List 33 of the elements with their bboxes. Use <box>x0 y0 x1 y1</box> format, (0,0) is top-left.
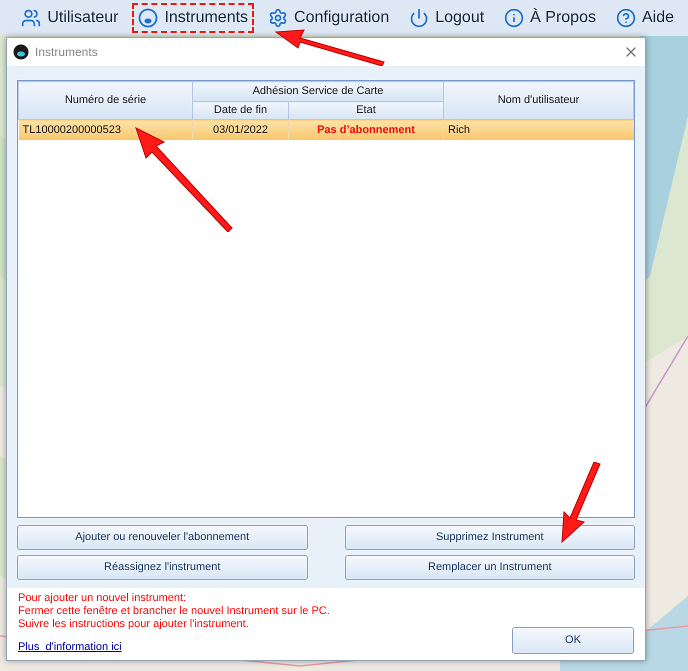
action-button[interactable]: Réassignez l'instrument <box>17 555 308 580</box>
instrument-icon <box>138 8 158 28</box>
notice-text: Pour ajouter un nouvel instrument: <box>18 592 188 604</box>
ok-button[interactable]: OK <box>512 627 634 654</box>
toolbar-button[interactable]: Configuration <box>262 3 396 33</box>
app-logo-icon <box>13 44 29 60</box>
column-group-header: Adhésion Service de Carte <box>192 82 444 102</box>
table-cell: 03/01/2022 <box>192 120 288 140</box>
column-header[interactable]: Nom d'utilisateur <box>444 82 634 120</box>
column-header[interactable]: Date de fin <box>192 102 288 120</box>
notice-text: Fermer cette fenêtre et brancher le nouvel Instrument sur le PC. <box>18 604 330 618</box>
column-header[interactable]: Etat <box>288 102 444 120</box>
info-icon <box>504 8 524 28</box>
toolbar-button[interactable]: À Propos <box>498 3 602 33</box>
action-button[interactable]: Supprimez Instrument <box>344 525 635 550</box>
table-cell: Rich <box>444 120 634 140</box>
notice-text: Suivre les instructions pour ajouter l'instrument. <box>18 618 250 630</box>
table-cell: TL10000200000523 <box>18 120 192 140</box>
info-link[interactable]: Plus d'information ici <box>18 638 330 655</box>
settings-icon <box>268 8 288 28</box>
power-icon <box>409 8 430 28</box>
column-header[interactable]: Numéro de série <box>18 82 192 120</box>
toolbar-button[interactable]: Logout <box>403 3 490 33</box>
action-button[interactable]: Ajouter ou renouveler l'abonnement <box>17 525 308 550</box>
table-row[interactable]: TL10000200000523 03/01/2022 Pas d’abonnement Rich <box>18 120 634 140</box>
action-button[interactable]: Remplacer un Instrument <box>344 555 635 580</box>
users-icon <box>21 8 42 28</box>
help-icon <box>616 8 636 28</box>
toolbar-button[interactable]: Instruments <box>132 3 254 33</box>
toolbar-button[interactable]: Aide <box>610 3 680 33</box>
toolbar-button[interactable]: Utilisateur <box>15 3 124 33</box>
window-title: Instruments <box>35 44 99 61</box>
table-cell: Pas d’abonnement <box>288 120 444 140</box>
